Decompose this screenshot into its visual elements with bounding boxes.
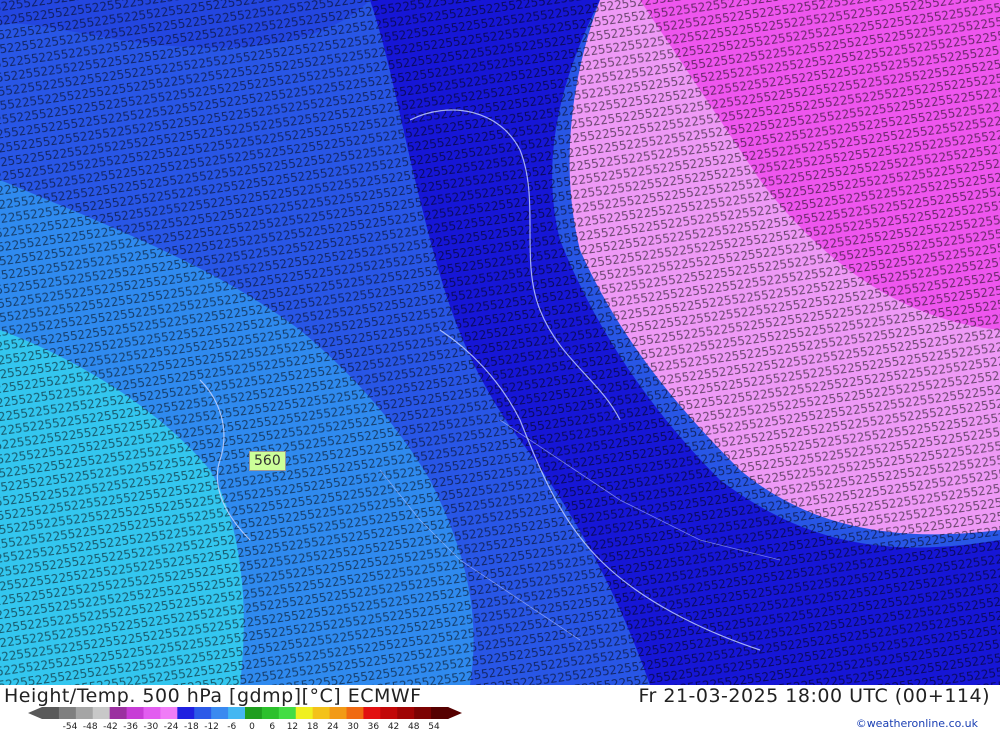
legend-tick-label: 48 — [408, 722, 420, 732]
legend-tick-label: -12 — [204, 722, 219, 732]
legend-swatch — [211, 707, 229, 719]
legend-swatch — [278, 707, 297, 719]
legend-tick-label: 54 — [428, 722, 440, 732]
legend-swatch — [380, 707, 398, 719]
legend-tick-label: -42 — [103, 722, 118, 732]
map-canvas: 22 55 — [0, 0, 1000, 685]
legend-tick-label: 30 — [347, 722, 359, 732]
legend-swatch — [42, 707, 60, 719]
legend-swatch — [177, 707, 195, 719]
legend-swatch — [312, 707, 331, 719]
legend-tick-label: -54 — [62, 722, 78, 732]
legend-tick-label: 18 — [306, 722, 319, 732]
color-legend — [28, 707, 462, 719]
legend-swatch — [397, 707, 415, 719]
legend-swatch — [245, 707, 263, 719]
legend-swatch — [75, 707, 94, 719]
legend-swatch — [58, 707, 77, 719]
chart-title: Height/Temp. 500 hPa [gdmp][°C] ECMWF — [4, 685, 422, 707]
legend-swatch — [431, 707, 449, 719]
legend-tick-label: -48 — [82, 722, 98, 732]
legend-tick-label: -24 — [163, 722, 179, 732]
legend-swatch — [92, 707, 111, 719]
legend-swatch — [160, 707, 178, 719]
legend-swatch — [126, 707, 144, 719]
legend-tick-label: -18 — [183, 722, 199, 732]
legend-swatch — [261, 707, 280, 719]
legend-swatch — [228, 707, 246, 719]
legend-swatch — [109, 707, 128, 719]
legend-tick-label: 0 — [249, 722, 255, 732]
weather-map: 22 55 560 — [0, 0, 1000, 685]
legend-swatch — [346, 707, 364, 719]
valid-datetime: Fr 21-03-2025 18:00 UTC (00+114) — [638, 685, 990, 707]
legend-tick-label: 6 — [269, 722, 276, 732]
legend-tick-label: 12 — [286, 722, 299, 732]
legend-swatch — [143, 707, 161, 719]
legend-swatch — [414, 707, 432, 719]
legend-swatch — [329, 707, 347, 719]
legend-arrow-left — [28, 707, 42, 719]
legend-swatch — [295, 707, 314, 719]
legend-swatch — [194, 707, 212, 719]
legend-tick-label: -36 — [123, 722, 139, 732]
legend-tick-label: -6 — [227, 722, 237, 732]
legend-tick-label: 36 — [367, 722, 380, 732]
contour-digits — [0, 0, 1000, 685]
footer: Height/Temp. 500 hPa [gdmp][°C] ECMWF Fr… — [0, 685, 1000, 733]
legend-tick-label: 42 — [387, 722, 400, 732]
legend-tick-label: -30 — [143, 722, 159, 732]
credit-link[interactable]: ©weatheronline.co.uk — [856, 717, 978, 730]
legend-swatch — [363, 707, 381, 719]
legend-arrow-right — [448, 707, 462, 719]
contour-label-560: 560 — [249, 451, 286, 471]
legend-tick-label: 24 — [327, 722, 339, 732]
